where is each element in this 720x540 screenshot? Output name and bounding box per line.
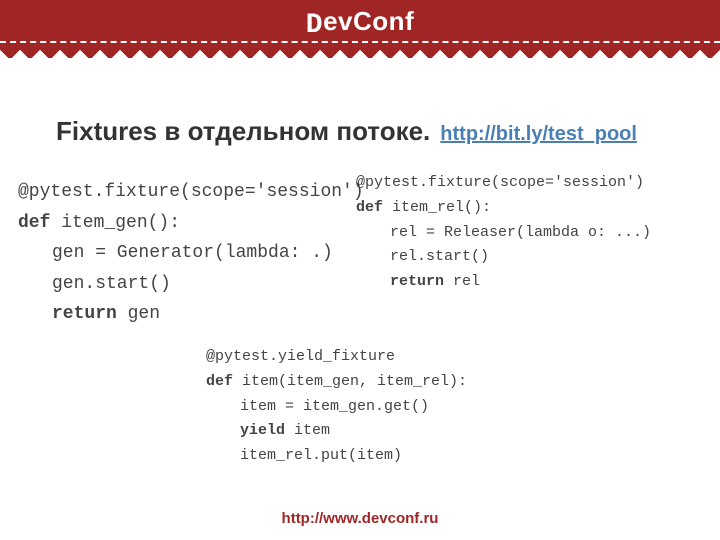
code-line: rel.start() [356,245,716,270]
code-block-right: @pytest.fixture(scope='session') def ite… [356,171,716,295]
keyword-def: def [18,213,50,233]
keyword-def: def [356,199,383,216]
code-line: gen.start() [18,269,338,300]
code-line: @pytest.fixture(scope='session') [18,177,338,208]
code-line: def item_gen(): [18,208,338,239]
code-line: return rel [356,270,716,295]
code-line: @pytest.yield_fixture [206,345,586,370]
logo-onf: onf [372,6,414,36]
header-zigzag [0,44,720,58]
code-line: @pytest.fixture(scope='session') [356,171,716,196]
slide-footer: http://www.devconf.ru [0,510,720,528]
code-block-bottom: @pytest.yield_fixture def item(item_gen,… [206,345,586,469]
footer-link[interactable]: http://www.devconf.ru [282,510,439,527]
code-line: def item_rel(): [356,196,716,221]
keyword-def: def [206,373,233,390]
slide-title: Fixtures в отдельном потоке. [56,116,430,147]
logo-letter-d: D [306,10,323,41]
keyword-return: return [52,304,117,324]
code-line: return gen [18,299,338,330]
logo-letter-c: C [353,6,372,36]
keyword-yield: yield [240,422,285,439]
keyword-return: return [390,273,444,290]
code-line: item = item_gen.get() [206,395,586,420]
title-row: Fixtures в отдельном потоке. http://bit.… [56,116,684,147]
code-line: yield item [206,419,586,444]
devconf-logo: DevConf [306,6,414,39]
code-line: def item(item_gen, item_rel): [206,370,586,395]
code-block-left: @pytest.fixture(scope='session') def ite… [18,177,338,330]
code-line: item_rel.put(item) [206,444,586,469]
slide-content: Fixtures в отдельном потоке. http://bit.… [0,44,720,147]
code-line: rel = Releaser(lambda o: ...) [356,221,716,246]
code-line: gen = Generator(lambda: .) [18,238,338,269]
title-link[interactable]: http://bit.ly/test_pool [440,123,637,146]
slide-header: DevConf [0,0,720,44]
logo-ev: ev [323,6,353,36]
